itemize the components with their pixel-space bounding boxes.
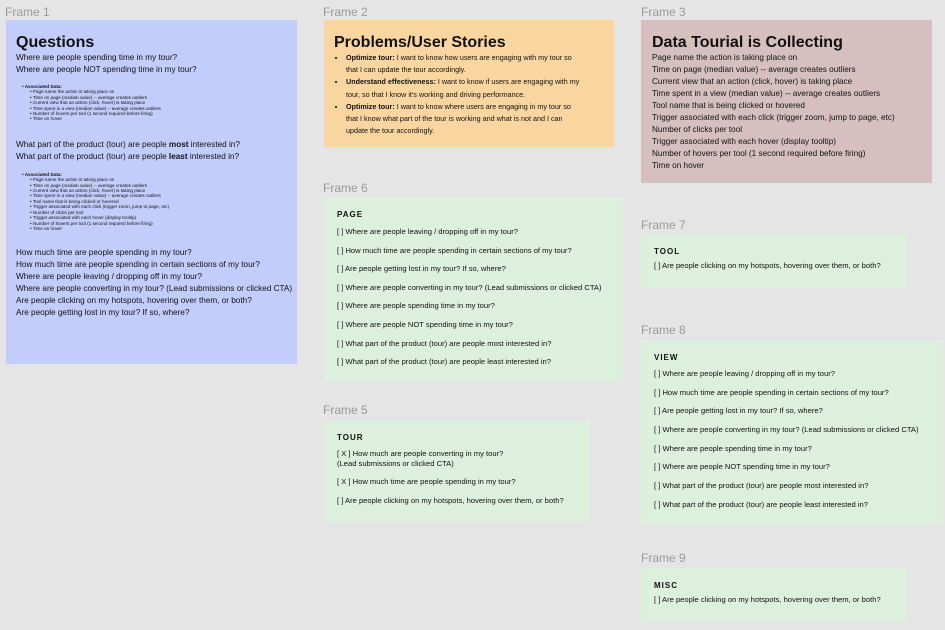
frame-label-9[interactable]: Frame 9 [641,551,686,565]
user-story-text: that I can update the tour accordingly. [346,65,466,75]
frame-label-3[interactable]: Frame 3 [641,5,686,19]
question-text: How much time are people spending in my … [16,248,192,258]
checklist-item[interactable]: [ ] What part of the product (tour) are … [654,500,930,510]
data-collected-item: Current view that an action (click, hove… [652,77,853,86]
data-collected-item: Trigger associated with each click (trig… [652,113,895,122]
checklist-item[interactable]: [ ] What part of the product (tour) are … [654,481,930,491]
checklist-item[interactable]: [ ] Where are people leaving / dropping … [337,227,610,237]
frame-label-1[interactable]: Frame 1 [5,5,50,19]
data-collected-item: Tool name that is being clicked or hover… [652,101,805,110]
checklist-item[interactable]: [ ] Are people clicking on my hotspots, … [654,261,894,271]
card-heading-tour: TOUR [337,433,364,442]
checklist-item[interactable]: [ ] Are people getting lost in my tour? … [337,264,610,274]
checklist-item[interactable]: [ ] Where are people NOT spending time i… [654,462,930,472]
data-collected-item: Trigger associated with each hover (disp… [652,137,837,146]
user-story-label: Optimize tour: [346,53,395,62]
question-text: Are people clicking on my hotspots, hove… [16,296,252,306]
question-text: Where are people spending time in my tou… [16,53,178,62]
frame-label-5[interactable]: Frame 5 [323,403,368,417]
checklist-item[interactable]: [ ] Where are people converting in my to… [654,425,930,435]
checklist-item[interactable]: [ ] What part of the product (tour) are … [337,339,610,349]
checklist-item[interactable]: [ ] How much time are people spending in… [654,388,930,398]
frame-8-view-card[interactable]: VIEW [ ] Where are people leaving / drop… [641,340,943,525]
checklist-item[interactable]: [ ] Where are people leaving / dropping … [654,369,930,379]
checklist-item[interactable]: [ ] Where are people spending time in my… [337,301,610,311]
data-collected-item: Number of hovers per tool (1 second requ… [652,149,866,158]
frame-7-tool-card[interactable]: TOOL [ ] Are people clicking on my hotsp… [641,234,907,288]
checklist-item[interactable]: [ X ] How much time are people spending … [337,477,577,487]
data-collected-item: Page name the action is taking place on [652,53,798,62]
data-collected-item: Time on page (median value) -- average c… [652,65,856,74]
frame-2-user-stories[interactable]: Problems/User Stories Optimize tour: I w… [324,20,614,147]
user-story-label: Understand effectiveness: [346,77,436,87]
checklist-item[interactable]: [ ] Are people getting lost in my tour? … [654,406,930,416]
frame-label-2[interactable]: Frame 2 [323,5,368,19]
question-least: What part of the product (tour) are peop… [16,151,240,161]
checklist-item[interactable]: [ ] Are people clicking on my hotspots, … [654,595,894,605]
checklist-item[interactable]: [ ] Are people clicking on my hotspots, … [337,496,577,506]
data-collected-item: Time spent in a view (median value) -- a… [652,89,881,98]
user-story-text: I want to know if users are engaging wit… [437,77,580,87]
user-story-text: I want to know where users are engaging … [396,101,571,111]
checklist-item[interactable]: [ ] What part of the product (tour) are … [337,357,610,367]
frame-5-tour-card[interactable]: TOUR [ X ] How much are people convertin… [324,420,590,522]
user-story-label: Optimize tour: [346,101,395,111]
question-text: Where are people converting in my tour? … [16,284,293,294]
frame-3-data-collecting[interactable]: Data Tourial is Collecting Page name the… [641,20,932,183]
frame-label-8[interactable]: Frame 8 [641,323,686,337]
questions-title: Questions [16,34,95,51]
question-most: What part of the product (tour) are peop… [16,139,240,149]
frame-label-6[interactable]: Frame 6 [323,181,368,195]
checklist-item[interactable]: [ ] How much time are people spending in… [337,246,610,256]
checklist-item[interactable]: [ ] Where are people converting in my to… [337,283,610,293]
question-text: Where are people leaving / dropping off … [16,272,202,282]
card-heading-page: PAGE [337,210,364,219]
user-story-text: that I know what part of the tour is wor… [346,114,563,124]
frame-1-questions[interactable]: Questions Where are people spending time… [6,20,297,364]
checklist-item[interactable]: [ ] Where are people NOT spending time i… [337,320,610,330]
card-heading-misc: MISC [654,581,678,590]
data-collecting-title: Data Tourial is Collecting [652,34,843,51]
question-text: Are people getting lost in my tour? If s… [16,308,190,318]
checklist-item[interactable]: [ ] Where are people spending time in my… [654,444,930,454]
data-collected-item: Number of clicks per tool [652,125,743,134]
card-heading-view: VIEW [654,353,679,362]
card-heading-tool: TOOL [654,247,681,256]
user-story-item: Understand effectiveness: I want to know… [346,76,604,100]
frame-label-7[interactable]: Frame 7 [641,218,686,232]
question-text: Where are people NOT spending time in my… [16,65,197,74]
question-text: How much time are people spending in cer… [16,260,260,270]
checklist-item[interactable]: [ X ] How much are people converting in … [337,449,577,459]
frame-6-page-card[interactable]: PAGE [ ] Where are people leaving / drop… [324,197,623,382]
user-story-item: Optimize tour: I want to know where user… [346,101,604,138]
checklist-item-note: (Lead submissions or clicked CTA) [337,459,454,468]
frame-9-misc-card[interactable]: MISC [ ] Are people clicking on my hotsp… [641,568,907,622]
user-story-text: tour, so that I know it's working and dr… [346,89,526,99]
user-story-item: Optimize tour: I want to know how users … [346,52,604,76]
problems-title: Problems/User Stories [334,34,506,51]
data-collected-item: Time on hover [652,161,705,170]
user-story-text: update the tour accordingly. [346,126,435,136]
user-story-text: I want to know how users are engaging wi… [396,53,572,62]
